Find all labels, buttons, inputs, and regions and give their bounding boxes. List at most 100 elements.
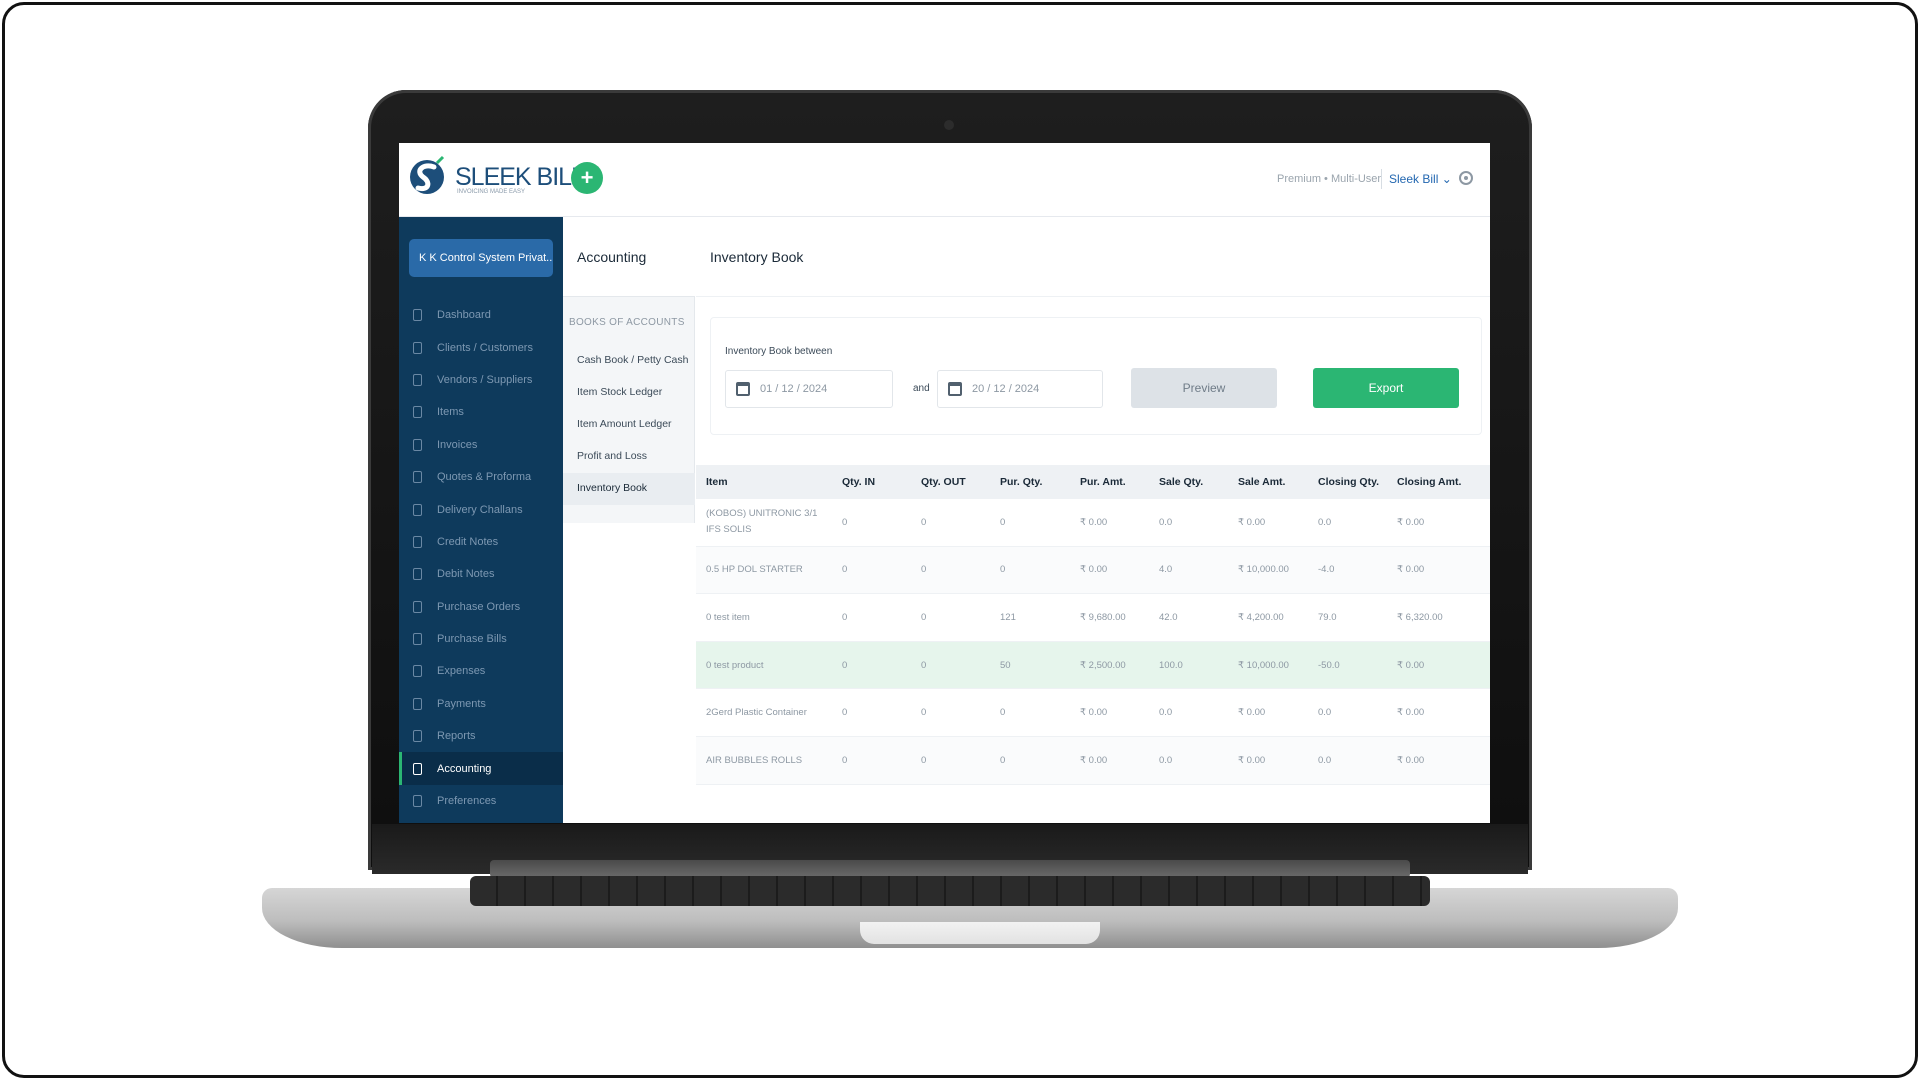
sidebar-item-debit-notes[interactable]: Debit Notes [399,558,563,590]
table-cell: ₹ 10,000.00 [1238,659,1289,671]
sidebar-item-delivery-challans[interactable]: Delivery Challans [399,493,563,525]
table-cell: 0.0 [1159,516,1173,528]
table-header-row: Item Qty. IN Qty. OUT Pur. Qty. Pur. Amt… [696,465,1490,499]
table-cell: 0.0 [1159,754,1173,766]
column-header[interactable]: Closing Qty. [1318,476,1397,488]
table-row[interactable]: 0.5 HP DOL STARTER 0 0 0 ₹ 0.00 4.0 ₹ 10… [696,546,1490,595]
sidebar-nav: Dashboard Clients / Customers Vendors / … [399,299,563,817]
table-cell: 0 test product [706,659,764,671]
table-cell: -4.0 [1318,564,1335,576]
submenu-item-profit-and-loss[interactable]: Profit and Loss [563,441,695,473]
table-cell: 0 [921,754,927,766]
table-row[interactable]: (KOBOS) UNITRONIC 3/1 IFS SOLIS 0 0 0 ₹ … [696,499,1490,547]
column-header[interactable]: Item [696,476,842,488]
table-cell: 0 [1000,516,1006,528]
table-cell: ₹ 0.00 [1397,659,1425,671]
table-cell: ₹ 0.00 [1238,754,1266,766]
dollar-icon [411,697,423,711]
table-row[interactable]: 0 test item 0 0 121 ₹ 9,680.00 42.0 ₹ 4,… [696,594,1490,642]
column-header[interactable]: Qty. IN [842,476,921,488]
export-button[interactable]: Export [1313,368,1459,408]
column-header[interactable]: Closing Amt. [1397,476,1477,488]
sidebar-item-purchase-orders[interactable]: Purchase Orders [399,591,563,623]
sidebar-item-label: Payments [437,697,486,710]
table-row[interactable]: 0 test product 0 0 50 ₹ 2,500.00 100.0 ₹… [696,641,1490,690]
sidebar-item-label: Expenses [437,665,486,678]
submenu-list: Cash Book / Petty Cash Item Stock Ledger… [563,345,695,505]
sidebar-item-quotes[interactable]: Quotes & Proforma [399,461,563,493]
filter-label: Inventory Book between [725,346,833,357]
table-cell: ₹ 0.00 [1397,707,1425,719]
column-header[interactable]: Qty. OUT [921,476,1000,488]
table-cell: 79.0 [1318,611,1337,623]
submenu-item-inventory-book[interactable]: Inventory Book [563,473,695,505]
date-from-value: 01 / 12 / 2024 [760,383,828,395]
sidebar-item-label: Delivery Challans [437,503,523,516]
header-divider [1381,169,1382,189]
credit-note-icon [411,535,423,549]
table-cell: ₹ 0.00 [1080,707,1108,719]
table-cell: ₹ 10,000.00 [1238,564,1289,576]
sidebar-item-dashboard[interactable]: Dashboard [399,299,563,331]
table-cell: -50.0 [1318,659,1340,671]
user-icon [411,341,423,355]
table-cell: 0 [842,516,848,528]
table-row[interactable]: AIR BUBBLES ROLLS 0 0 0 ₹ 0.00 0.0 ₹ 0.0… [696,736,1490,785]
laptop-keyboard [470,876,1430,906]
quick-add-button[interactable]: + [571,162,603,194]
table-cell: AIR BUBBLES ROLLS [706,754,803,766]
table-cell: ₹ 0.00 [1080,564,1108,576]
sidebar-item-purchase-bills[interactable]: Purchase Bills [399,623,563,655]
purchase-order-icon [411,600,423,614]
sidebar-item-clients[interactable]: Clients / Customers [399,331,563,363]
submenu-item-cash-book[interactable]: Cash Book / Petty Cash [563,345,695,377]
sidebar-item-invoices[interactable]: Invoices [399,429,563,461]
sidebar-item-preferences[interactable]: Preferences [399,785,563,817]
report-icon [411,729,423,743]
plan-label: Premium • Multi-User [1277,173,1382,185]
date-to-field[interactable]: 20 / 12 / 2024 [937,370,1103,408]
column-header[interactable]: Sale Qty. [1159,476,1238,488]
column-header[interactable]: Sale Amt. [1238,476,1318,488]
table-cell: 4.0 [1159,564,1173,576]
truck-icon [411,503,423,517]
sidebar-item-label: Dashboard [437,309,491,322]
expense-icon [411,664,423,678]
sidebar-item-label: Invoices [437,438,478,451]
table-cell: 0 [921,659,927,671]
inventory-table: Item Qty. IN Qty. OUT Pur. Qty. Pur. Amt… [696,465,1490,785]
table-cell: 0.0 [1159,707,1173,719]
laptop-notch [860,922,1100,944]
sidebar-item-label: Vendors / Suppliers [437,373,533,386]
sidebar-item-payments[interactable]: Payments [399,688,563,720]
sidebar-item-credit-notes[interactable]: Credit Notes [399,526,563,558]
submenu-item-item-stock-ledger[interactable]: Item Stock Ledger [563,377,695,409]
sidebar-item-vendors[interactable]: Vendors / Suppliers [399,364,563,396]
gear-icon[interactable] [1457,169,1475,187]
sidebar-item-expenses[interactable]: Expenses [399,655,563,687]
preview-button[interactable]: Preview [1131,368,1277,408]
sidebar-item-items[interactable]: Items [399,396,563,428]
user-menu[interactable]: Sleek Bill ⌄ [1389,172,1452,186]
table-cell: 121 [1000,611,1016,623]
date-from-field[interactable]: 01 / 12 / 2024 [725,370,893,408]
submenu-item-item-amount-ledger[interactable]: Item Amount Ledger [563,409,695,441]
sidebar-item-label: Preferences [437,795,497,808]
column-header[interactable]: Pur. Qty. [1000,476,1080,488]
box-icon [411,405,423,419]
bill-icon [411,632,423,646]
table-cell: 0 [842,564,848,576]
table-row[interactable]: 2Gerd Plastic Container 0 0 0 ₹ 0.00 0.0… [696,689,1490,737]
calendar-icon [948,382,962,396]
table-cell: 0 [921,516,927,528]
laptop-screen: SLEEK BILL INVOICING MADE EASY + Premium… [399,143,1490,823]
column-header[interactable]: Pur. Amt. [1080,476,1159,488]
sidebar-item-reports[interactable]: Reports [399,720,563,752]
sidebar-item-label: Clients / Customers [437,341,533,354]
sidebar-item-accounting[interactable]: Accounting [399,752,563,785]
table-cell: ₹ 0.00 [1080,516,1108,528]
sidebar-item-label: Purchase Orders [437,600,521,613]
submenu-title: Accounting [563,217,695,297]
app-header: SLEEK BILL INVOICING MADE EASY + Premium… [399,143,1490,217]
company-selector[interactable]: K K Control System Privat... [409,239,553,277]
